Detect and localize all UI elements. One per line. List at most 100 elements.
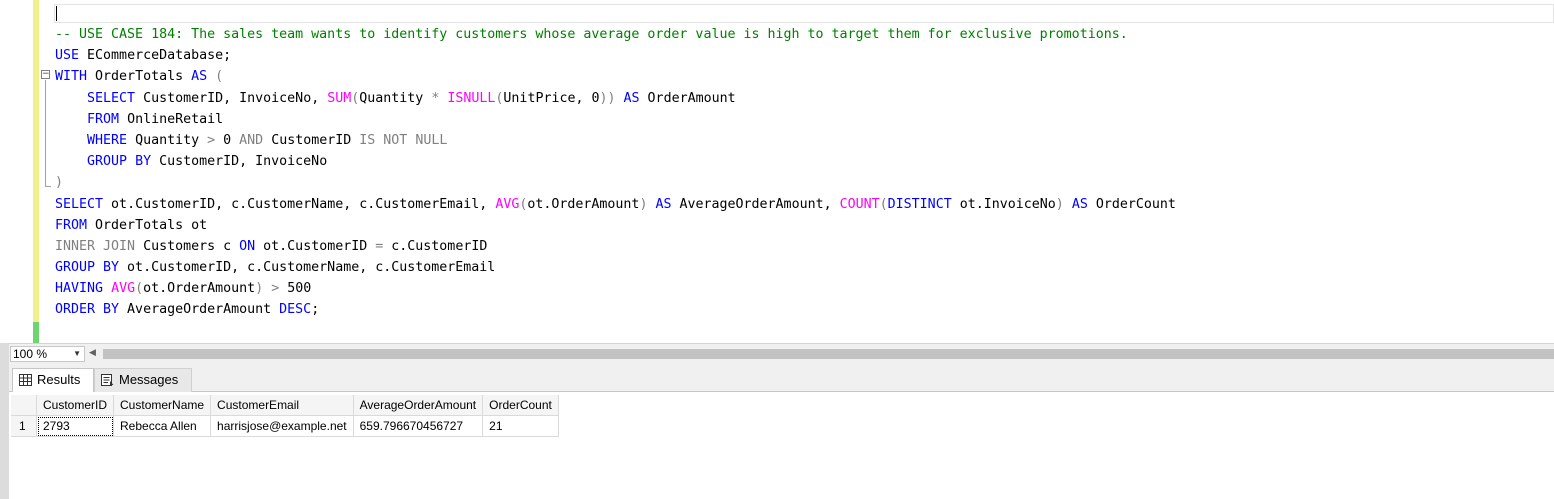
column-header[interactable]: OrderCount [482, 395, 559, 416]
result-tabs: Results Messages [9, 364, 1554, 392]
current-line-highlight [54, 4, 1554, 23]
code-token: IS NOT NULL [359, 132, 448, 148]
code-line[interactable]: ORDER BY AverageOrderAmount DESC; [55, 299, 1176, 320]
change-tracking-bar [33, 0, 39, 322]
code-token: ON [239, 238, 256, 254]
code-line[interactable]: INNER JOIN Customers c ON ot.CustomerID … [55, 236, 1176, 257]
code-token: SUM [327, 90, 352, 106]
code-token: FROM [55, 217, 88, 233]
code-token: AVG [111, 281, 136, 297]
grid-icon [19, 374, 32, 386]
code-token: FROM [87, 111, 120, 127]
code-token: ECommerceDatabase; [79, 48, 232, 64]
editor-margin [10, 0, 32, 343]
code-token: ot.OrderAmount [143, 281, 256, 297]
column-header[interactable]: CustomerID [36, 395, 115, 416]
column-header[interactable]: CustomerEmail [210, 395, 354, 416]
grid-cell[interactable]: harrisjose@example.net [210, 415, 354, 437]
code-token: OrderAmount [639, 90, 736, 106]
code-line[interactable]: SELECT ot.CustomerID, c.CustomerName, c.… [55, 194, 1176, 215]
code-token: OrderTotals ot [87, 217, 208, 233]
column-header[interactable]: CustomerName [113, 395, 212, 416]
code-token: GROUP BY [87, 154, 152, 170]
text-caret [56, 6, 57, 21]
code-line[interactable]: HAVING AVG(ot.OrderAmount) > 500 [55, 278, 1176, 299]
code-line[interactable]: GROUP BY CustomerID, InvoiceNo [55, 151, 1176, 172]
code-token: OrderCount [1087, 196, 1176, 212]
tab-messages-label: Messages [119, 372, 179, 387]
code-token: ) [255, 281, 264, 297]
code-token: INNER JOIN [55, 238, 136, 254]
code-token: HAVING [55, 281, 104, 297]
code-lines[interactable]: -- USE CASE 184: The sales team wants to… [55, 24, 1176, 321]
code-token: ot.CustomerID, c.CustomerName, c.Custome… [103, 196, 496, 212]
code-token: ot.CustomerID [255, 238, 376, 254]
code-token: COUNT [839, 196, 880, 212]
code-token: > [207, 132, 216, 148]
code-line[interactable]: FROM OrderTotals ot [55, 215, 1176, 236]
grid-body: 1 2793 Rebecca Allen harrisjose@example.net… [11, 415, 559, 437]
code-token: WHERE [87, 132, 128, 148]
code-token: ot.OrderAmount [527, 196, 640, 212]
grid-cell[interactable]: 659.796670456727 [353, 415, 484, 437]
code-token: ( [135, 281, 144, 297]
grid-cell[interactable]: 2793 [36, 415, 115, 437]
grid-corner[interactable] [11, 395, 37, 416]
code-token: ( [215, 69, 224, 85]
scroll-left-icon[interactable]: ◀ [89, 347, 96, 358]
saved-change-bar [33, 322, 39, 343]
query-editor[interactable]: − -- USE CASE 184: The sales team wants … [0, 0, 1554, 343]
code-token: UnitPrice, 0 [503, 90, 600, 106]
code-token: ot.CustomerID, c.CustomerName, c.Custome… [119, 260, 496, 276]
collapse-toggle-icon[interactable]: − [41, 70, 50, 79]
zoom-value: 100 % [13, 347, 48, 361]
code-token: AverageOrderAmount, [671, 196, 840, 212]
results-pane: CustomerID CustomerName CustomerEmail Avera… [9, 392, 1554, 499]
table-row[interactable]: 1 2793 Rebecca Allen harrisjose@example.net… [11, 415, 559, 437]
code-line[interactable]: ) [55, 172, 1176, 193]
code-line[interactable]: WITH OrderTotals AS ( [55, 66, 1176, 87]
code-line[interactable]: -- USE CASE 184: The sales team wants to… [55, 24, 1176, 45]
tab-results[interactable]: Results [12, 368, 94, 392]
code-line[interactable]: FROM OnlineRetail [55, 109, 1176, 130]
code-token: -- USE CASE 184: The sales team wants to… [55, 27, 1128, 42]
horizontal-scrollbar[interactable] [103, 349, 1554, 359]
code-token: ot.InvoiceNo [951, 196, 1056, 212]
code-token: SELECT [87, 90, 136, 106]
code-line[interactable]: WHERE Quantity > 0 AND CustomerID IS NOT… [55, 130, 1176, 151]
grid-cell[interactable]: 21 [482, 415, 559, 437]
code-token: AS [623, 90, 640, 106]
row-number[interactable]: 1 [11, 415, 37, 437]
code-line[interactable]: USE ECommerceDatabase; [55, 45, 1176, 66]
code-token: ; [311, 302, 320, 318]
code-token: DISTINCT [887, 196, 952, 212]
zoom-select[interactable]: 100 % ▼ [10, 346, 85, 362]
code-token: Customers c [135, 238, 240, 254]
outline-guide [45, 80, 46, 186]
code-token: CustomerID, InvoiceNo [151, 154, 328, 170]
zoom-scroll-bar: 100 % ▼ ◀ [9, 343, 1554, 364]
code-token: GROUP BY [55, 260, 120, 276]
chevron-down-icon[interactable]: ▼ [73, 347, 81, 361]
results-grid[interactable]: CustomerID CustomerName CustomerEmail Avera… [11, 395, 559, 437]
code-line[interactable]: SELECT CustomerID, InvoiceNo, SUM(Quanti… [55, 88, 1176, 109]
code-token: DESC [279, 302, 312, 318]
code-token: AVG [495, 196, 520, 212]
code-token: USE [55, 48, 80, 64]
code-token: ) [55, 175, 64, 191]
code-token: AND [239, 132, 264, 148]
column-header[interactable]: AverageOrderAmount [353, 395, 484, 416]
code-token: Quantity [359, 90, 432, 106]
tab-messages[interactable]: Messages [94, 368, 192, 392]
code-token: AS [655, 196, 672, 212]
grid-cell[interactable]: Rebecca Allen [113, 415, 212, 437]
code-line[interactable]: GROUP BY ot.CustomerID, c.CustomerName, … [55, 257, 1176, 278]
code-token: WITH [55, 69, 88, 85]
